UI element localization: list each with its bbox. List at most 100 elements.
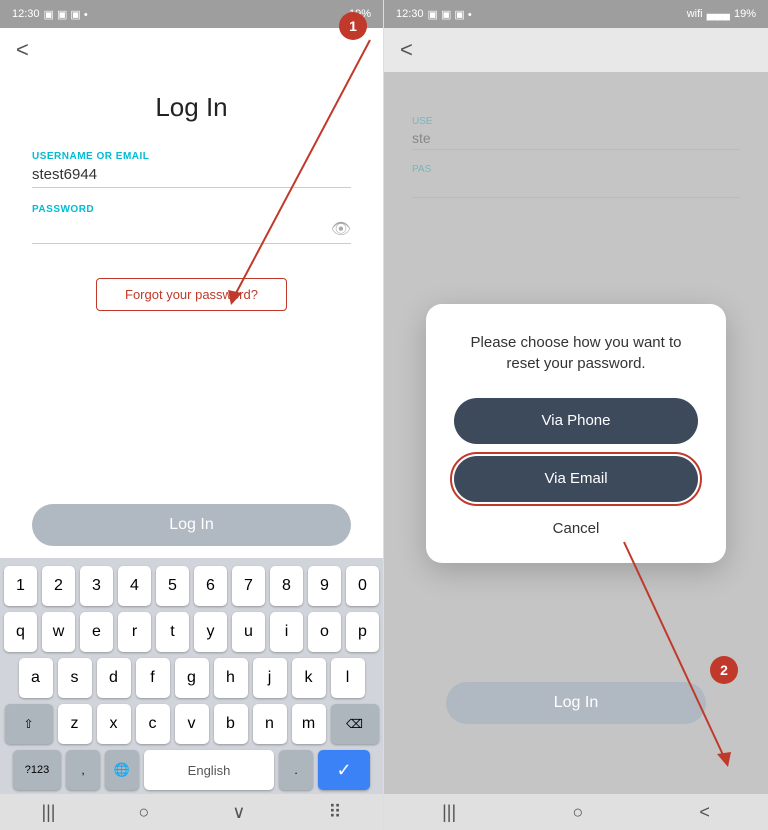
- right-phone-panel: 12:30 ▣ ▣ ▣ • wifi ▄▄▄ 19% < USE ste PAS…: [384, 0, 768, 830]
- username-value: stest6944: [32, 166, 351, 183]
- key-s[interactable]: s: [58, 658, 92, 698]
- time-display: 12:30: [12, 8, 40, 20]
- key-5[interactable]: 5: [156, 566, 189, 606]
- right-status-bar: 12:30 ▣ ▣ ▣ • wifi ▄▄▄ 19%: [384, 0, 768, 28]
- key-period[interactable]: .: [279, 750, 313, 790]
- right-wifi-icon: wifi: [687, 8, 703, 20]
- key-numbers[interactable]: ?123: [13, 750, 61, 790]
- top-nav-left: <: [0, 28, 383, 72]
- key-done[interactable]: ✓: [318, 750, 370, 790]
- key-q[interactable]: q: [4, 612, 37, 652]
- keyboard: 1 2 3 4 5 6 7 8 9 0 q w e r t y u i o p …: [0, 558, 383, 794]
- username-field-group: USERNAME OR EMAIL stest6944: [32, 151, 351, 188]
- key-x[interactable]: x: [97, 704, 131, 744]
- right-status-time: 12:30 ▣ ▣ ▣ •: [396, 8, 472, 21]
- left-status-bar: 12:30 ▣ ▣ ▣ • 19%: [0, 0, 383, 28]
- right-nav-menu-icon[interactable]: |||: [442, 802, 456, 823]
- key-d[interactable]: d: [97, 658, 131, 698]
- key-globe[interactable]: 🌐: [105, 750, 139, 790]
- key-j[interactable]: j: [253, 658, 287, 698]
- right-login-btn-area: Log In: [384, 682, 768, 724]
- step1-annotation: 1: [339, 12, 367, 40]
- key-comma[interactable]: ,: [66, 750, 100, 790]
- key-4[interactable]: 4: [118, 566, 151, 606]
- keyboard-row-4: ⇧ z x c v b n m ⌫: [4, 704, 379, 744]
- password-value: [32, 221, 331, 238]
- back-button-right[interactable]: <: [400, 37, 413, 63]
- key-k[interactable]: k: [292, 658, 326, 698]
- key-o[interactable]: o: [308, 612, 341, 652]
- password-field-group: PASSWORD 👁: [32, 204, 351, 244]
- key-shift[interactable]: ⇧: [5, 704, 53, 744]
- key-i[interactable]: i: [270, 612, 303, 652]
- cancel-button[interactable]: Cancel: [547, 514, 606, 543]
- key-u[interactable]: u: [232, 612, 265, 652]
- right-battery-display: 19%: [734, 8, 756, 20]
- key-y[interactable]: y: [194, 612, 227, 652]
- key-6[interactable]: 6: [194, 566, 227, 606]
- right-nav-home-icon[interactable]: ○: [572, 802, 583, 823]
- right-battery-area: wifi ▄▄▄ 19%: [687, 8, 756, 20]
- key-z[interactable]: z: [58, 704, 92, 744]
- back-button-left[interactable]: <: [16, 37, 29, 63]
- password-input-row[interactable]: 👁: [32, 219, 351, 244]
- key-e[interactable]: e: [80, 612, 113, 652]
- login-button-right[interactable]: Log In: [446, 682, 706, 724]
- password-reset-modal: Please choose how you want to reset your…: [426, 304, 726, 563]
- via-phone-button[interactable]: Via Phone: [454, 398, 698, 444]
- key-9[interactable]: 9: [308, 566, 341, 606]
- nav-menu-icon[interactable]: |||: [41, 802, 55, 823]
- key-h[interactable]: h: [214, 658, 248, 698]
- password-label: PASSWORD: [32, 204, 351, 215]
- nav-apps-icon[interactable]: ⠿: [328, 802, 341, 823]
- forgot-password-button[interactable]: Forgot your password?: [96, 278, 287, 311]
- key-f[interactable]: f: [136, 658, 170, 698]
- status-time-area: 12:30 ▣ ▣ ▣ •: [12, 8, 88, 21]
- key-2[interactable]: 2: [42, 566, 75, 606]
- key-m[interactable]: m: [292, 704, 326, 744]
- login-btn-area-left: Log In: [0, 492, 383, 558]
- key-b[interactable]: b: [214, 704, 248, 744]
- key-l[interactable]: l: [331, 658, 365, 698]
- key-0[interactable]: 0: [346, 566, 379, 606]
- username-input-row[interactable]: stest6944: [32, 166, 351, 188]
- eye-icon[interactable]: 👁: [331, 219, 351, 239]
- username-label: USERNAME OR EMAIL: [32, 151, 351, 162]
- key-7[interactable]: 7: [232, 566, 265, 606]
- notification-icons: ▣ ▣ ▣ •: [44, 8, 88, 21]
- right-content-area: USE ste PAS Please choose how you want t…: [384, 72, 768, 794]
- key-3[interactable]: 3: [80, 566, 113, 606]
- bottom-nav-left: ||| ○ ∨ ⠿: [0, 794, 383, 830]
- left-phone-panel: 12:30 ▣ ▣ ▣ • 19% < Log In USERNAME OR E…: [0, 0, 384, 830]
- key-p[interactable]: p: [346, 612, 379, 652]
- login-button-left[interactable]: Log In: [32, 504, 351, 546]
- key-c[interactable]: c: [136, 704, 170, 744]
- key-g[interactable]: g: [175, 658, 209, 698]
- keyboard-row-5: ?123 , 🌐 English . ✓: [4, 750, 379, 790]
- login-form: Log In USERNAME OR EMAIL stest6944 PASSW…: [0, 72, 383, 492]
- top-nav-right: <: [384, 28, 768, 72]
- step2-annotation: 2: [710, 656, 738, 684]
- key-space[interactable]: English: [144, 750, 274, 790]
- key-n[interactable]: n: [253, 704, 287, 744]
- key-8[interactable]: 8: [270, 566, 303, 606]
- key-a[interactable]: a: [19, 658, 53, 698]
- nav-home-icon[interactable]: ○: [138, 802, 149, 823]
- right-notification-icons: ▣ ▣ ▣ •: [428, 8, 472, 21]
- right-nav-back-icon[interactable]: <: [699, 802, 710, 823]
- key-t[interactable]: t: [156, 612, 189, 652]
- key-w[interactable]: w: [42, 612, 75, 652]
- via-email-button[interactable]: Via Email: [454, 456, 698, 502]
- key-r[interactable]: r: [118, 612, 151, 652]
- bottom-nav-right: ||| ○ <: [384, 794, 768, 830]
- key-backspace[interactable]: ⌫: [331, 704, 379, 744]
- keyboard-row-2: q w e r t y u i o p: [4, 612, 379, 652]
- keyboard-row-3: a s d f g h j k l: [4, 658, 379, 698]
- right-time-display: 12:30: [396, 8, 424, 20]
- login-title: Log In: [155, 92, 227, 123]
- right-signal-icon: ▄▄▄: [707, 8, 730, 20]
- modal-title-text: Please choose how you want to reset your…: [454, 332, 698, 374]
- key-1[interactable]: 1: [4, 566, 37, 606]
- nav-back-icon[interactable]: ∨: [232, 802, 245, 823]
- key-v[interactable]: v: [175, 704, 209, 744]
